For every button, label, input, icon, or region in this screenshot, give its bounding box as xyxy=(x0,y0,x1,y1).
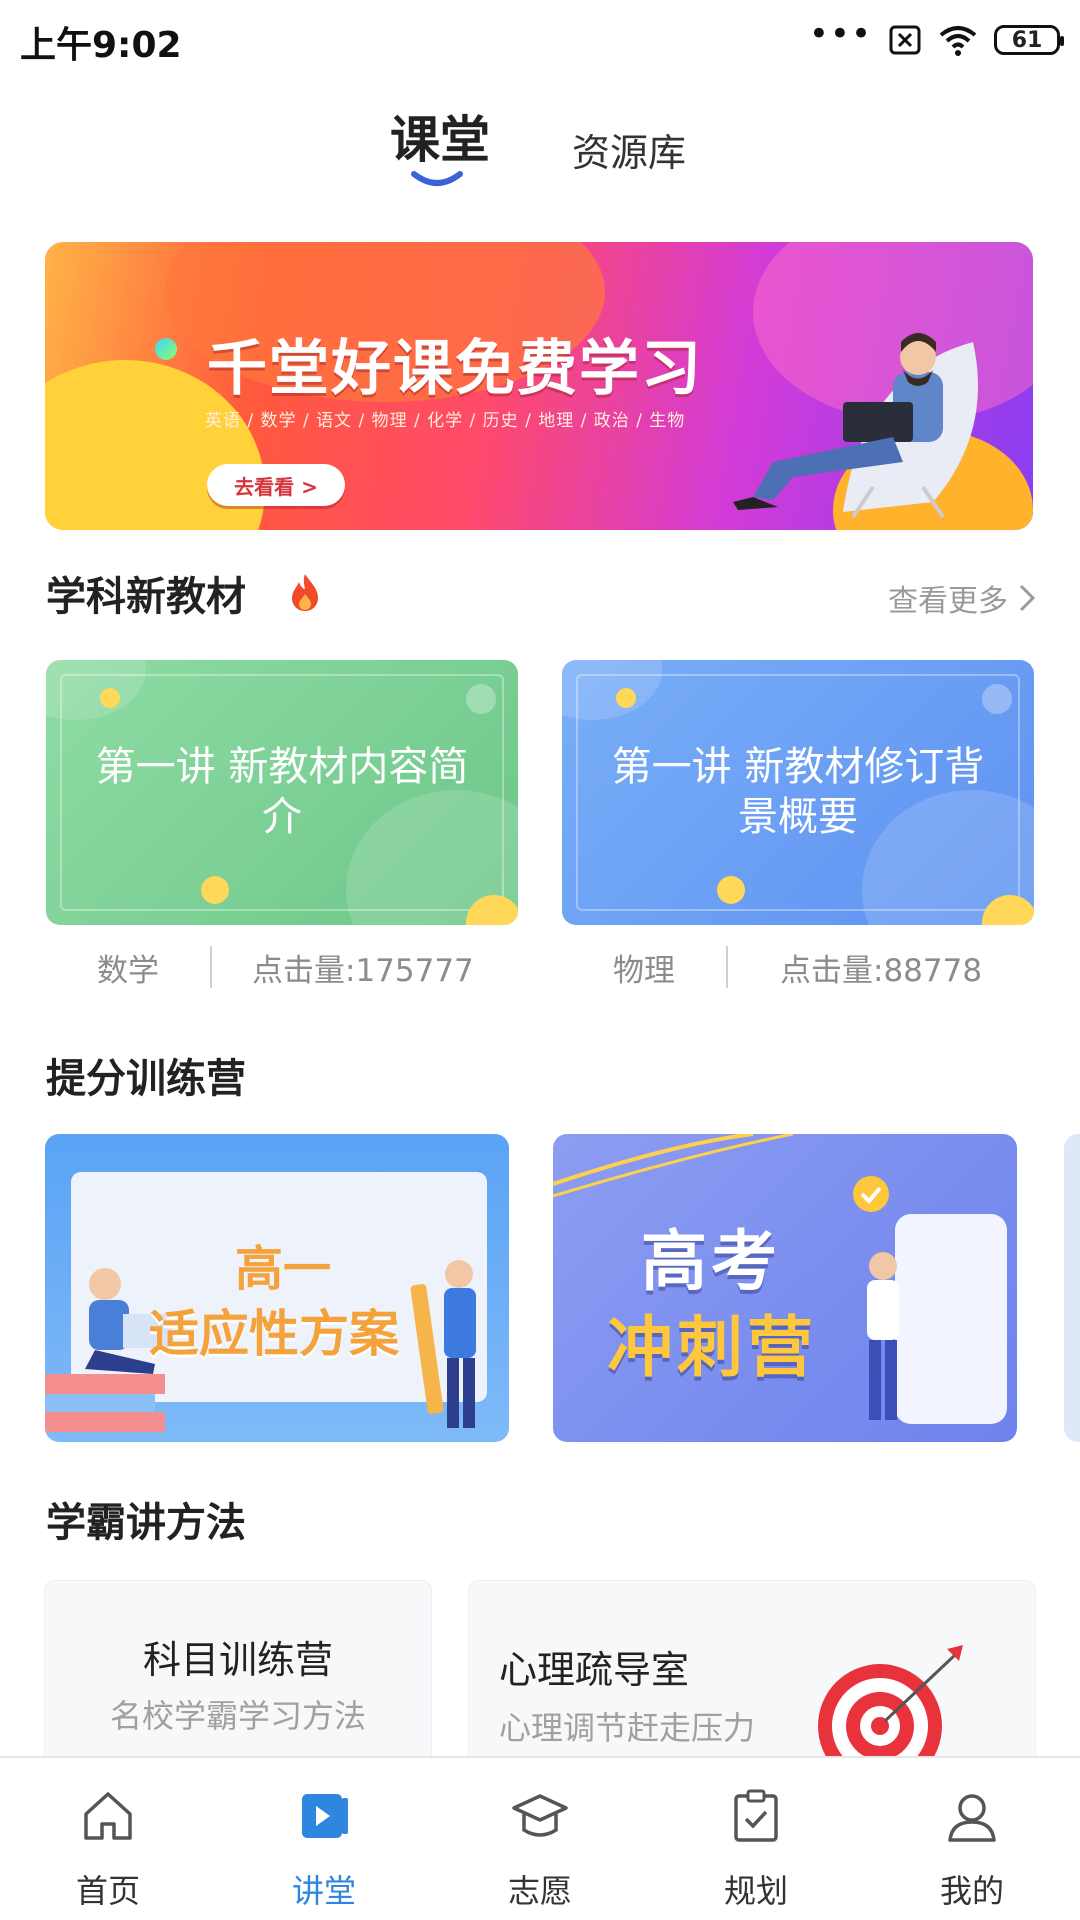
section-title-training-camp: 提分训练营 xyxy=(46,1056,246,1102)
chevron-right-icon xyxy=(1019,584,1036,612)
camp-card[interactable]: 高考 冲刺营 xyxy=(553,1134,1017,1442)
play-icon xyxy=(302,1794,348,1838)
banner-go-button[interactable]: 去看看 > xyxy=(207,464,345,506)
top-tabs: 课堂 资源库 xyxy=(0,90,1080,200)
nav-label: 我的 xyxy=(939,1872,1004,1910)
card-decoration xyxy=(201,876,229,904)
card-decoration xyxy=(100,688,120,708)
card-decoration xyxy=(466,684,496,714)
nav-item-home[interactable]: 首页 xyxy=(0,1758,216,1920)
tab-indicator xyxy=(411,171,463,186)
card-decoration xyxy=(616,688,636,708)
method-subtitle: 心理调节赶走压力 xyxy=(499,1709,756,1747)
method-card[interactable]: 科目训练营 名校学霸学习方法 xyxy=(44,1580,432,1780)
promo-banner[interactable]: 千堂好课免费学习 英语 / 数学 / 语文 / 物理 / 化学 / 历史 / 地… xyxy=(45,242,1033,530)
camp-card-peek[interactable] xyxy=(1064,1134,1080,1442)
course-title: 第一讲 新教材内容简介 xyxy=(95,744,469,840)
card-decoration xyxy=(717,876,745,904)
status-time: 上午9:02 xyxy=(20,25,182,66)
sim-off-icon xyxy=(889,25,921,55)
decorative-lines xyxy=(553,1134,794,1198)
chat-bubble-icon xyxy=(853,1176,889,1212)
battery-level: 61 xyxy=(1011,27,1043,53)
nav-label: 志愿 xyxy=(507,1872,572,1910)
battery-icon: 61 xyxy=(994,25,1064,55)
camp-card[interactable]: 高一 适应性方案 xyxy=(45,1134,509,1442)
course-clicks: 点击量:88778 xyxy=(780,952,983,989)
nav-label: 规划 xyxy=(723,1872,788,1910)
home-icon xyxy=(84,1792,132,1840)
method-title: 心理疏导室 xyxy=(499,1648,690,1692)
clipboard-check-icon xyxy=(734,1789,778,1842)
banner-dot-icon xyxy=(155,338,177,360)
course-subject: 数学 xyxy=(97,952,159,989)
tab-classroom[interactable]: 课堂 xyxy=(390,100,490,172)
user-icon xyxy=(948,1794,996,1842)
nav-item-lecture[interactable]: 讲堂 xyxy=(216,1758,432,1920)
course-title: 第一讲 新教材修订背景概要 xyxy=(611,744,985,840)
banner-subjects: 英语 / 数学 / 语文 / 物理 / 化学 / 历史 / 地理 / 政治 / … xyxy=(205,411,686,431)
tab-resource-library[interactable]: 资源库 xyxy=(572,122,686,177)
status-bar: 上午9:02 ••• 61 xyxy=(0,0,1080,80)
card-decoration xyxy=(982,684,1012,714)
person-illustration xyxy=(867,1252,899,1420)
reading-man-illustration xyxy=(733,333,978,519)
camp-title-line2: 适应性方案 xyxy=(149,1305,399,1363)
course-meta: 物理 点击量:88778 xyxy=(562,944,1034,990)
method-title: 科目训练营 xyxy=(142,1638,333,1682)
method-card[interactable]: 心理疏导室 心理调节赶走压力 xyxy=(468,1580,1036,1780)
nav-item-plan[interactable]: 规划 xyxy=(648,1758,864,1920)
nav-label: 讲堂 xyxy=(291,1872,356,1910)
course-clicks: 点击量:175777 xyxy=(252,952,474,989)
course-meta: 数学 点击量:175777 xyxy=(46,944,518,990)
nav-item-me[interactable]: 我的 xyxy=(864,1758,1080,1920)
course-card[interactable]: 第一讲 新教材修订背景概要 xyxy=(562,660,1034,925)
banner-title: 千堂好课免费学习 xyxy=(207,334,703,404)
method-subtitle: 名校学霸学习方法 xyxy=(109,1697,366,1735)
section-title-new-textbooks: 学科新教材 xyxy=(46,574,246,620)
nav-label: 首页 xyxy=(75,1872,140,1910)
nav-item-volunteer[interactable]: 志愿 xyxy=(432,1758,648,1920)
graduation-cap-icon xyxy=(512,1794,568,1837)
camp-title-line1: 高考 xyxy=(641,1223,781,1300)
teacher-pencil-illustration xyxy=(410,1260,476,1428)
section-title-methods: 学霸讲方法 xyxy=(46,1500,246,1546)
fire-icon xyxy=(292,574,318,611)
course-subject: 物理 xyxy=(613,952,675,989)
camp-title-line2: 冲刺营 xyxy=(607,1309,817,1386)
see-more-label: 查看更多 xyxy=(888,584,1008,619)
course-card[interactable]: 第一讲 新教材内容简介 xyxy=(46,660,518,925)
camp-title-line1: 高一 xyxy=(235,1241,332,1297)
wifi-icon xyxy=(939,26,977,56)
more-dots-icon: ••• xyxy=(808,14,872,54)
bottom-nav: 首页 讲堂 志愿 规划 我的 xyxy=(0,1756,1080,1920)
see-more-link[interactable]: 查看更多 xyxy=(888,576,1036,620)
status-icons: ••• 61 xyxy=(808,14,1064,62)
